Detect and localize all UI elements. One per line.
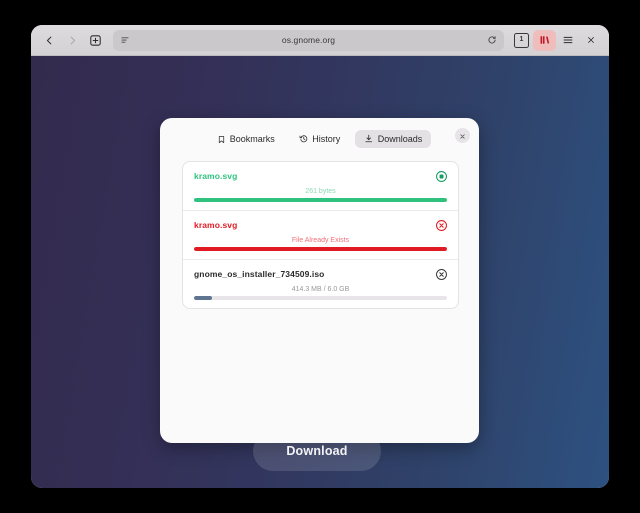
back-button[interactable] — [38, 30, 61, 51]
download-item[interactable]: gnome_os_installer_734509.iso 414.3 MB /… — [183, 259, 458, 308]
tab-history-label: History — [312, 134, 341, 144]
download-status: 414.3 MB / 6.0 GB — [291, 286, 350, 293]
menu-button[interactable] — [556, 30, 579, 51]
download-filename: kramo.svg — [194, 171, 238, 181]
address-bar[interactable]: os.gnome.org — [113, 29, 504, 51]
reader-mode-icon[interactable] — [120, 35, 130, 45]
bookmark-icon — [217, 135, 226, 144]
downloads-popover: Bookmarks History Downloads kramo.svg 26… — [160, 118, 479, 443]
library-icon — [539, 34, 551, 46]
download-progress-fill — [194, 247, 447, 251]
download-item[interactable]: kramo.svg File Already Exists — [183, 210, 458, 259]
download-item[interactable]: kramo.svg 261 bytes — [183, 162, 458, 210]
tab-downloads-label: Downloads — [377, 134, 423, 144]
download-cancel-button[interactable] — [435, 219, 448, 232]
close-icon — [459, 127, 466, 145]
page-download-button[interactable]: Download — [253, 431, 381, 471]
close-icon — [586, 35, 596, 45]
download-stop-button[interactable] — [435, 170, 448, 183]
chevron-left-icon — [44, 35, 55, 46]
cancel-circle-icon — [435, 268, 448, 281]
download-filename: kramo.svg — [194, 220, 238, 230]
downloads-list: kramo.svg 261 bytes kramo.svg File Alrea… — [182, 161, 459, 309]
browser-window: os.gnome.org 1 Bookmarks History Downloa… — [31, 25, 609, 488]
download-status: File Already Exists — [291, 237, 350, 244]
plus-square-icon — [89, 34, 102, 47]
popover-close-button[interactable] — [455, 128, 470, 143]
window-close-button[interactable] — [579, 30, 602, 51]
stop-circle-icon — [435, 170, 448, 183]
download-progress-track — [194, 198, 447, 202]
tab-downloads[interactable]: Downloads — [355, 130, 432, 148]
download-progress-track — [194, 296, 447, 300]
download-filename: gnome_os_installer_734509.iso — [194, 269, 325, 279]
download-progress-fill — [194, 296, 212, 300]
tab-counter-button[interactable]: 1 — [510, 30, 533, 51]
new-tab-button[interactable] — [84, 30, 107, 51]
hamburger-menu-icon — [562, 34, 574, 46]
tab-count-label: 1 — [514, 32, 529, 48]
library-button[interactable] — [533, 29, 556, 51]
page-download-button-label: Download — [286, 444, 348, 458]
download-status: 261 bytes — [305, 188, 336, 195]
tab-bookmarks[interactable]: Bookmarks — [208, 130, 284, 148]
download-progress-track — [194, 247, 447, 251]
url-text: os.gnome.org — [281, 35, 336, 45]
chevron-right-icon — [67, 35, 78, 46]
reload-icon[interactable] — [487, 35, 497, 45]
popover-tabbar: Bookmarks History Downloads — [160, 118, 479, 156]
download-arrow-icon — [364, 134, 374, 144]
page-content: Bookmarks History Downloads kramo.svg 26… — [31, 56, 609, 488]
download-cancel-button[interactable] — [435, 268, 448, 281]
cancel-circle-icon — [435, 219, 448, 232]
tab-history[interactable]: History — [290, 130, 350, 148]
history-clock-icon — [299, 134, 309, 144]
browser-toolbar: os.gnome.org 1 — [31, 25, 609, 56]
forward-button[interactable] — [61, 30, 84, 51]
download-progress-fill — [194, 198, 447, 202]
tab-bookmarks-label: Bookmarks — [229, 134, 275, 144]
